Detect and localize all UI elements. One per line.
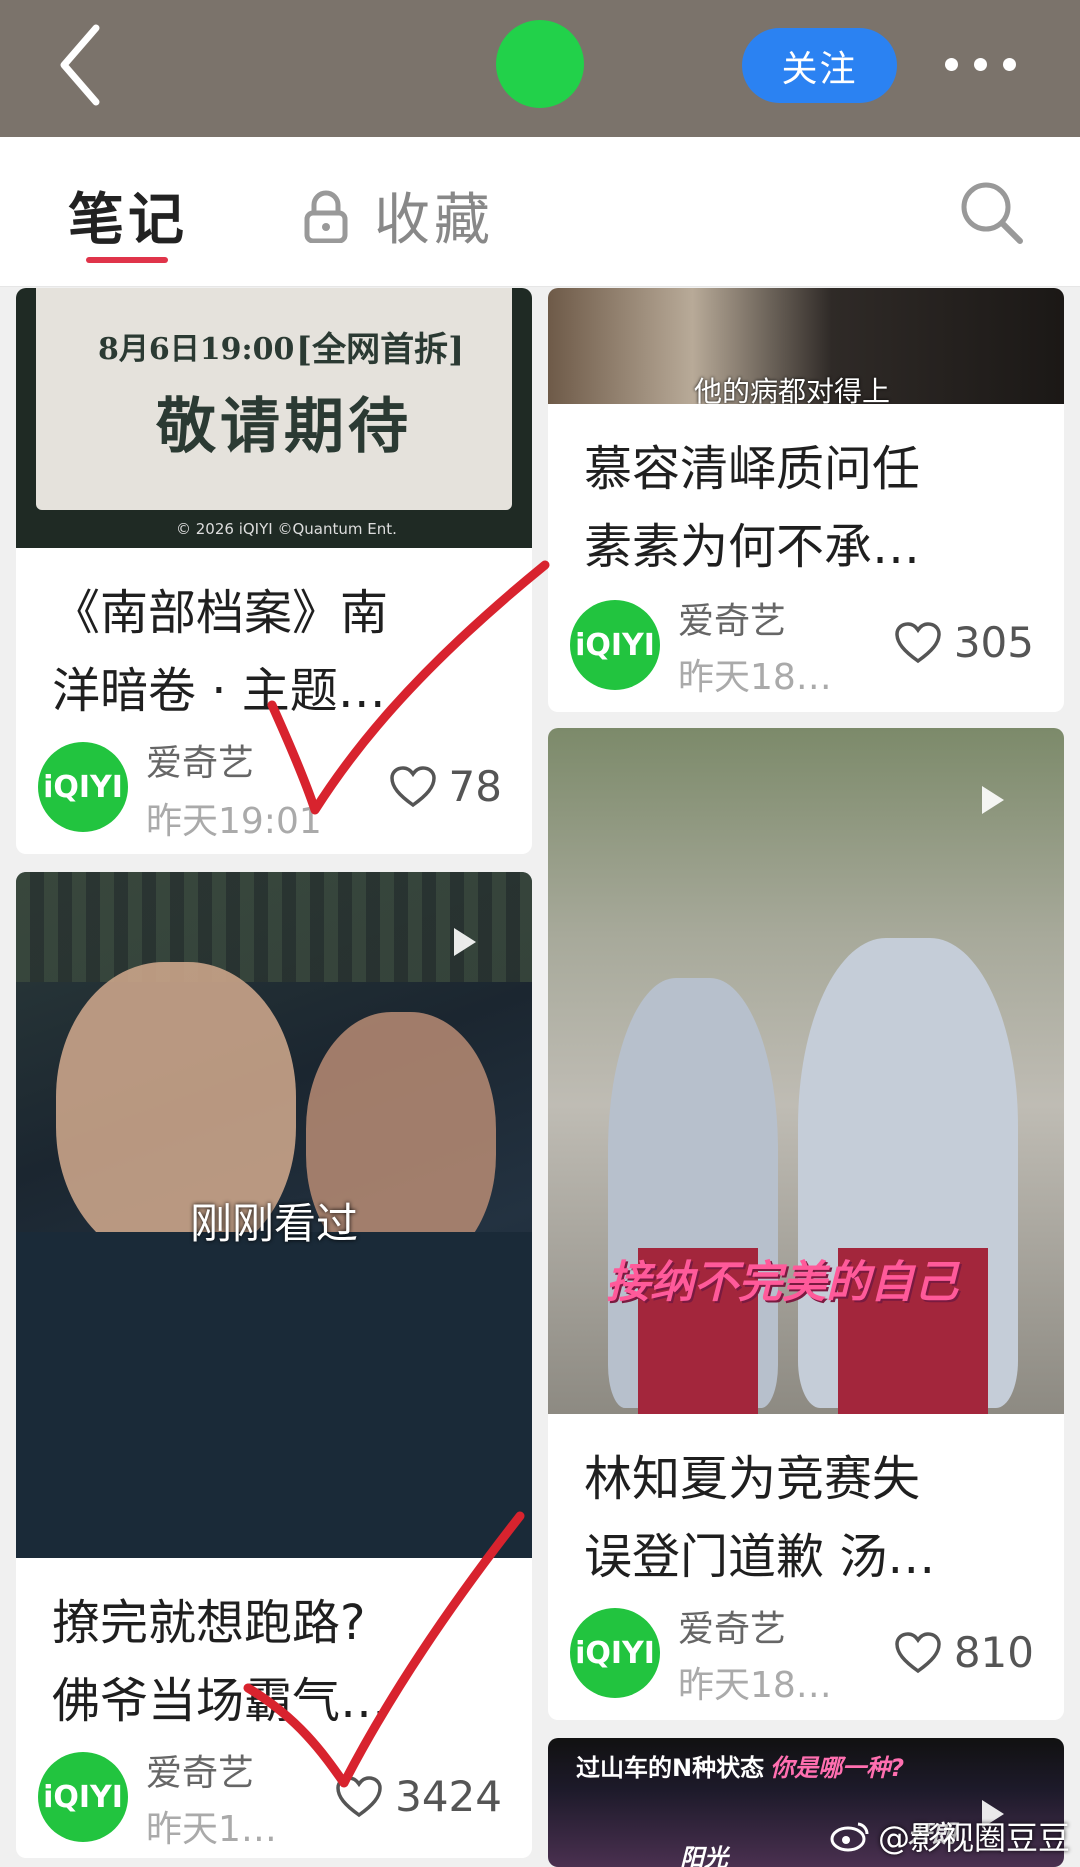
profile-avatar[interactable]	[496, 20, 584, 108]
thumbnail-tag: [全网首拆]	[296, 330, 465, 370]
post-time: 昨天18…	[678, 1665, 832, 1706]
heart-icon[interactable]	[894, 621, 942, 665]
play-icon	[454, 928, 476, 956]
thumbnail-caption: 他的病都对得上	[694, 375, 891, 404]
play-icon	[982, 786, 1004, 814]
note-title[interactable]: 撩完就想跑路? 佛爷当场霸气…	[52, 1584, 512, 1740]
tab-bar: 笔记 收藏	[0, 137, 1080, 287]
note-card[interactable]: 接纳不完美的自己 林知夏为竞赛失 误登门道歉 汤… iQIYI 爱奇艺 昨天18…	[548, 728, 1064, 1720]
like-count[interactable]: 305	[894, 618, 1034, 667]
watermark-text: @影视圈豆豆	[877, 1819, 1070, 1857]
author-name[interactable]: 爱奇艺	[678, 592, 786, 644]
note-card[interactable]: 他的病都对得上 慕容清峄质问任 素素为何不承… iQIYI 爱奇艺 昨天18… …	[548, 288, 1064, 712]
weibo-icon	[830, 1822, 869, 1852]
thumbnail-label: 阳光	[680, 1844, 728, 1867]
note-title[interactable]: 《南部档案》南 洋暗卷 · 主题…	[52, 574, 512, 730]
like-count[interactable]: 3424	[335, 1772, 502, 1821]
search-icon[interactable]	[958, 179, 1024, 245]
thumbnail-copyright: © 2026 iQIYI ©Quantum Ent.	[176, 520, 397, 538]
tab-notes[interactable]: 笔记	[68, 175, 188, 256]
author-avatar[interactable]: iQIYI	[38, 1752, 128, 1842]
lock-icon	[304, 190, 348, 243]
note-thumbnail: 接纳不完美的自己	[548, 728, 1064, 1414]
thumbnail-caption: 接纳不完美的自己	[606, 1257, 958, 1308]
note-thumbnail: 他的病都对得上	[548, 288, 1064, 404]
post-time: 昨天18…	[678, 657, 832, 698]
heart-icon[interactable]	[389, 765, 437, 809]
thumbnail-caption: 过山车的N种状态 你是哪一种?	[576, 1754, 905, 1782]
thumbnail-date: 8月6日19:00	[98, 332, 295, 367]
active-tab-indicator	[86, 257, 168, 263]
note-thumbnail: 刚刚看过	[16, 872, 532, 1558]
author-name[interactable]: 爱奇艺	[146, 1744, 254, 1796]
note-card[interactable]: 刚刚看过 撩完就想跑路? 佛爷当场霸气… iQIYI 爱奇艺 昨天1… 3424	[16, 872, 532, 1858]
back-arrow-icon[interactable]	[56, 20, 116, 110]
more-options-icon[interactable]	[945, 52, 1065, 76]
author-avatar[interactable]: iQIYI	[570, 600, 660, 690]
author-avatar[interactable]: iQIYI	[38, 742, 128, 832]
like-number: 305	[953, 618, 1034, 667]
thumbnail-headline: 敬请期待	[156, 392, 412, 462]
post-time: 昨天1…	[146, 1809, 277, 1850]
author-avatar[interactable]: iQIYI	[570, 1608, 660, 1698]
heart-icon[interactable]	[894, 1631, 942, 1675]
follow-button[interactable]: 关注	[742, 28, 897, 103]
post-time: 昨天19:01	[146, 801, 322, 842]
like-number: 810	[953, 1628, 1034, 1677]
note-title[interactable]: 慕容清峄质问任 素素为何不承…	[584, 430, 1044, 586]
author-name[interactable]: 爱奇艺	[678, 1600, 786, 1652]
watermark: @影视圈豆豆	[830, 1813, 1070, 1859]
author-name[interactable]: 爱奇艺	[146, 734, 254, 786]
heart-icon[interactable]	[335, 1775, 383, 1819]
recently-viewed-label: 刚刚看过	[189, 1199, 358, 1248]
like-count[interactable]: 810	[894, 1628, 1034, 1677]
note-title[interactable]: 林知夏为竞赛失 误登门道歉 汤…	[584, 1440, 1044, 1596]
like-count[interactable]: 78	[389, 762, 502, 811]
like-number: 78	[448, 762, 502, 811]
thumbnail-caption-highlight: 你是哪一种?	[770, 1754, 905, 1782]
note-card[interactable]: 8月6日19:00 [全网首拆] 敬请期待 © 2026 iQIYI ©Quan…	[16, 288, 532, 854]
top-bar: 关注	[0, 0, 1080, 137]
note-thumbnail: 8月6日19:00 [全网首拆] 敬请期待 © 2026 iQIYI ©Quan…	[16, 288, 532, 548]
like-number: 3424	[395, 1772, 502, 1821]
tab-favorites[interactable]: 收藏	[374, 175, 494, 256]
